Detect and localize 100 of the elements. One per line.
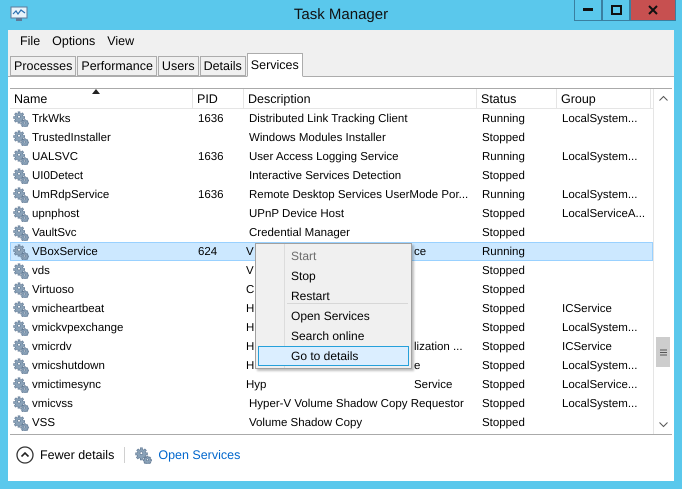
gear-icon (13, 110, 29, 126)
table-cell: UI0Detect (32, 170, 84, 182)
menu-item[interactable]: Search online (258, 326, 409, 346)
table-cell: vmicrdv (32, 340, 72, 352)
table-cell-text: Hyper-V Volume Shadow Copy Requestor (248, 396, 465, 412)
minimize-button[interactable] (574, 0, 602, 21)
table-cell-text: Running (481, 188, 526, 202)
minimize-icon (583, 8, 593, 12)
table-cell-text: Interactive Services Detection (248, 168, 402, 184)
table-cell-text: Remote Desktop Services UserMode Por... (248, 188, 470, 202)
gear-icon (13, 376, 29, 392)
table-cell: C (246, 284, 254, 296)
table-cell-text: Volume Shadow Copy (248, 416, 364, 430)
fewer-details-button[interactable]: Fewer details (16, 446, 114, 464)
table-cell-text: 624 (197, 244, 218, 260)
column-header[interactable]: PID (193, 89, 244, 108)
table-cell-text: Stopped (481, 358, 526, 374)
table-cell-text: 1636 (197, 150, 225, 164)
table-cell-text: Stopped (481, 378, 526, 392)
tab[interactable]: Processes (10, 56, 76, 76)
window-title: Task Manager (294, 6, 388, 23)
column-header[interactable]: Status (477, 89, 557, 108)
tab[interactable]: Users (158, 56, 199, 76)
table-cell: VBoxService (32, 246, 98, 258)
open-services-link[interactable]: Open Services (135, 446, 240, 464)
table-cell-text: 1636 (197, 112, 225, 126)
tab[interactable]: Performance (77, 56, 157, 76)
gear-icon (13, 148, 29, 164)
table-cell-text: Credential Manager (248, 226, 352, 240)
table-cell: Virtuoso (32, 284, 74, 296)
table-cell-text: Stopped (481, 302, 526, 316)
menu-item[interactable]: View (101, 34, 140, 48)
close-button[interactable] (630, 0, 676, 21)
table-cell-text: Stopped (481, 282, 526, 298)
gear-icon (13, 414, 29, 430)
gear-icon (13, 300, 29, 316)
table-cell-text: Distributed Link Tracking Client (248, 112, 409, 126)
table-cell-text: Stopped (481, 416, 526, 430)
gear-icon (13, 244, 29, 260)
table-cell-text: Running (481, 244, 526, 260)
table-cell: H (246, 322, 254, 334)
scrollbar-thumb[interactable] (656, 337, 670, 367)
table-cell-text: Running (481, 112, 526, 126)
gear-icon (13, 168, 29, 184)
table-cell-text: LocalServiceA... (561, 206, 646, 222)
table-cell: TrkWks (32, 112, 71, 124)
table-cell: vmicheartbeat (32, 302, 104, 314)
table-cell-text: Stopped (481, 264, 526, 278)
gear-icon (13, 282, 29, 298)
gear-icon (13, 338, 29, 354)
tab[interactable]: Services (246, 53, 303, 77)
maximize-icon (610, 5, 622, 15)
table-cell-text: LocalSystem... (561, 188, 638, 202)
table-cell: H (246, 340, 254, 352)
table-cell: TrustedInstaller (32, 132, 111, 144)
table-cell-text: Stopped (481, 168, 526, 184)
gear-icon (13, 262, 29, 278)
table-cell: VSS (32, 416, 56, 428)
table-cell-text: ICService (561, 302, 613, 316)
gear-icon (13, 206, 29, 222)
gear-icon (13, 224, 29, 240)
menu-item[interactable]: Restart (258, 286, 409, 306)
tab[interactable]: Details (200, 56, 246, 76)
menu-item[interactable]: Open Services (258, 306, 409, 326)
table-cell-text: Windows Modules Installer (248, 130, 387, 146)
table-cell-text: LocalSystem... (561, 396, 638, 412)
table-cell-text: LocalSystem... (561, 320, 638, 336)
table-cell: V (246, 246, 254, 258)
table-cell: vmictimesync (32, 378, 102, 390)
table-cell: ce (414, 246, 426, 258)
gear-icon (13, 186, 29, 202)
gear-icon (13, 358, 29, 374)
table-cell: UALSVC (32, 150, 78, 162)
table-cell: e (414, 360, 420, 372)
table-cell: UmRdpService (32, 188, 110, 200)
close-icon (648, 5, 658, 15)
gear-icon (13, 320, 29, 336)
table-cell-text: LocalSystem... (561, 358, 638, 374)
table-cell-text: Stopped (481, 226, 526, 240)
table-cell-text: LocalService... (561, 378, 638, 392)
table-cell-text: Stopped (481, 340, 526, 354)
menu-item[interactable]: Go to details (258, 346, 409, 366)
table-cell: vmicshutdown (32, 360, 105, 372)
menu-item[interactable]: Stop (258, 266, 409, 286)
table-cell: vmicvss (32, 398, 73, 410)
menu-item[interactable]: File (14, 34, 46, 48)
gear-icon (13, 130, 29, 146)
column-header[interactable]: Description (244, 89, 477, 108)
column-header[interactable]: Name (10, 89, 193, 108)
table-cell-text: Stopped (481, 396, 526, 412)
app-icon (10, 6, 28, 22)
table-cell: lization ... (414, 340, 463, 352)
table-cell-text: User Access Logging Service (248, 150, 400, 164)
column-header[interactable]: Group (557, 89, 651, 108)
table-cell-text: ICService (561, 340, 613, 354)
scrollbar[interactable] (653, 89, 672, 434)
menu-item[interactable]: Options (46, 34, 102, 48)
table-cell-text: Running (481, 150, 526, 164)
table-cell: Service (414, 378, 452, 390)
table-cell: H (246, 302, 254, 314)
